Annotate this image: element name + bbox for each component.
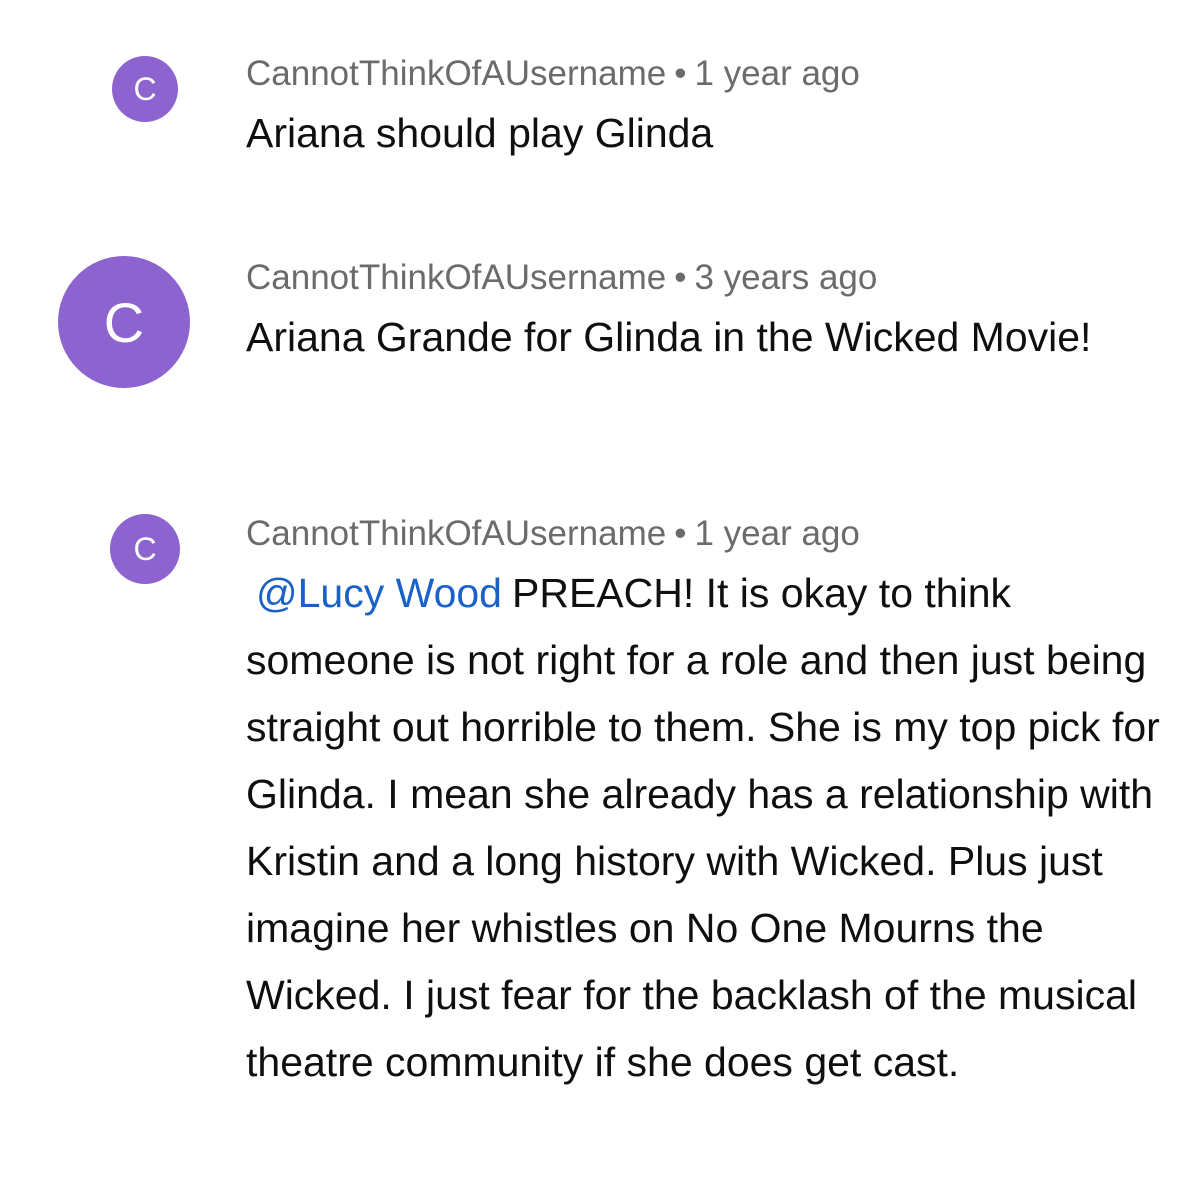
- author-name[interactable]: CannotThinkOfAUsername: [246, 258, 666, 297]
- mention-link[interactable]: @Lucy Wood: [256, 570, 502, 616]
- comment-meta: CannotThinkOfAUsername • 1 year ago: [246, 514, 1160, 554]
- avatar-letter: C: [133, 530, 157, 567]
- avatar-letter: C: [133, 70, 157, 107]
- avatar[interactable]: C: [58, 256, 190, 388]
- comment-time[interactable]: 1 year ago: [694, 514, 859, 553]
- comment-text: Ariana should play Glinda: [246, 110, 714, 156]
- avatar[interactable]: C: [112, 56, 178, 122]
- separator-dot: •: [674, 258, 687, 297]
- comment-time[interactable]: 1 year ago: [694, 54, 859, 93]
- comment-text: @Lucy Wood PREACH! It is okay to think so…: [246, 560, 1160, 1096]
- comment-time[interactable]: 3 years ago: [694, 258, 877, 297]
- comment-meta: CannotThinkOfAUsername • 3 years ago: [246, 258, 1160, 298]
- comment-text: Ariana Grande for Glinda in the Wicked M…: [246, 314, 1092, 360]
- separator-dot: •: [674, 54, 687, 93]
- author-name[interactable]: CannotThinkOfAUsername: [246, 54, 666, 93]
- avatar-letter: C: [103, 290, 145, 354]
- avatar[interactable]: C: [110, 514, 180, 584]
- comment-body: PREACH! It is okay to think someone is n…: [246, 570, 1160, 1085]
- separator-dot: •: [674, 514, 687, 553]
- comment-meta: CannotThinkOfAUsername • 1 year ago: [246, 54, 1160, 94]
- author-name[interactable]: CannotThinkOfAUsername: [246, 514, 666, 553]
